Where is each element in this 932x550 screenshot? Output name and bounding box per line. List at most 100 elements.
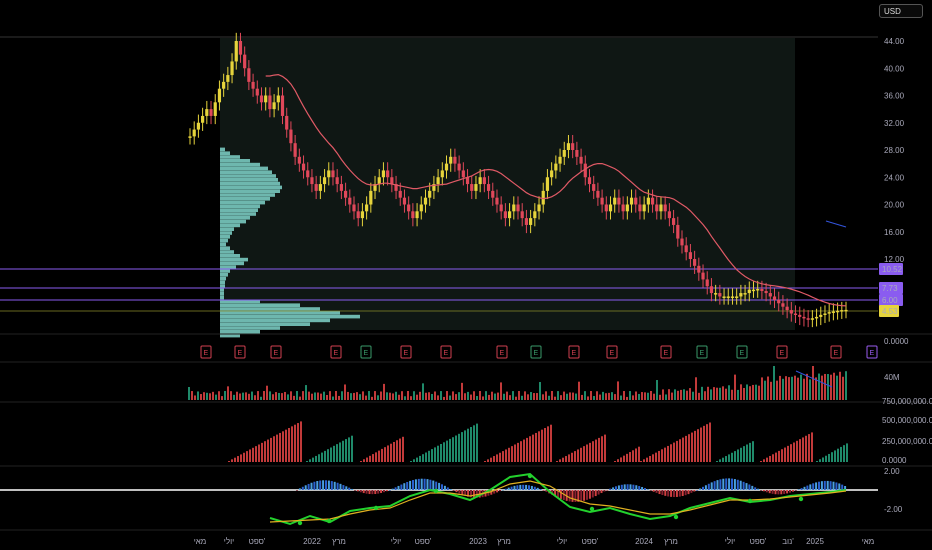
candle-body <box>823 313 827 315</box>
candle-body <box>251 81 255 89</box>
volume-bar <box>269 391 271 400</box>
cum-bar <box>473 425 475 462</box>
volume-bar <box>389 392 391 400</box>
macd-cross-dot <box>326 518 332 524</box>
cum-axis-label-3: 0.0000 <box>882 456 907 465</box>
time-axis-label: יולי <box>391 537 401 546</box>
profile-bar <box>220 219 246 224</box>
earnings-marker-label: E <box>700 350 705 357</box>
cum-bar <box>243 452 245 462</box>
volume-bar <box>842 376 844 400</box>
macd-hist-bar <box>736 479 739 490</box>
cum-bar <box>617 459 619 462</box>
macd-cross-dot <box>527 473 533 479</box>
cum-bar <box>734 451 736 462</box>
volume-bar <box>305 385 307 400</box>
macd-hist-bar <box>307 483 310 490</box>
macd-hist-bar <box>296 490 298 491</box>
macd-hist-bar <box>725 478 728 490</box>
volume-bar <box>188 387 190 400</box>
cum-bar <box>416 457 418 462</box>
time-axis-label: יולי <box>224 537 234 546</box>
cum-bar <box>484 461 486 462</box>
candle-body <box>516 204 520 212</box>
volume-bar <box>746 384 748 400</box>
macd-axis-label-2: -2.00 <box>884 505 903 514</box>
candle-body <box>255 88 259 96</box>
volume-bar <box>722 386 724 400</box>
volume-bar <box>602 391 604 400</box>
cum-bar <box>240 454 242 462</box>
candle-body <box>360 211 365 219</box>
candle-body <box>453 156 457 164</box>
volume-bar <box>341 391 343 400</box>
volume-bar <box>347 391 349 400</box>
cum-bar <box>793 442 795 462</box>
macd-hist-bar <box>731 478 733 490</box>
macd-hist-bar <box>615 486 617 490</box>
candle-body <box>444 163 449 171</box>
cum-bar <box>562 457 564 462</box>
candle-body <box>756 288 760 291</box>
candle-body <box>541 190 545 205</box>
volume-bar <box>407 391 409 400</box>
volume-bar <box>248 393 250 400</box>
candle-body <box>310 177 314 185</box>
cum-bar <box>252 447 254 462</box>
candle-body <box>751 289 756 292</box>
volume-bar <box>770 381 772 400</box>
volume-bar <box>311 393 313 400</box>
volume-bar <box>782 378 784 400</box>
earnings-marker-label: E <box>534 350 539 357</box>
candle-body <box>743 293 747 295</box>
macd-hist-bar <box>696 489 699 491</box>
volume-bar <box>665 394 667 400</box>
macd-hist-bar <box>774 490 777 495</box>
volume-bar <box>200 394 202 400</box>
volume-bar <box>461 382 463 400</box>
cum-bar <box>799 439 801 462</box>
macd-hist-bar <box>455 490 458 493</box>
cum-bar <box>393 441 395 462</box>
cum-bar <box>697 429 699 462</box>
volume-bar <box>227 386 229 400</box>
macd-hist-bar <box>336 482 339 490</box>
candle-body <box>844 309 848 312</box>
volume-bar <box>434 391 436 400</box>
volume-bar <box>458 392 460 400</box>
candle-body <box>714 293 718 295</box>
earnings-markers[interactable]: EEEEEEEEEEEEEEEEE <box>200 345 878 359</box>
volume-bar <box>644 392 646 400</box>
profile-bar <box>220 178 278 182</box>
cum-bar <box>722 457 724 462</box>
earnings-marker-label: E <box>780 350 785 357</box>
cum-bar <box>595 439 597 462</box>
earnings-marker-label: E <box>204 350 209 357</box>
cum-bar <box>514 444 516 462</box>
volume-bar <box>365 395 367 400</box>
macd-hist-bar <box>452 490 455 491</box>
macd-hist-bar <box>530 485 533 490</box>
cum-bar <box>559 459 561 462</box>
volume-bar <box>236 391 238 400</box>
candle-body <box>827 312 831 314</box>
cum-bar <box>709 422 711 462</box>
volume-bar <box>488 394 490 400</box>
volume-bar <box>467 391 469 400</box>
level-tags: 10.52 7.73 6.00 4.53 <box>879 263 903 317</box>
volume-bar <box>320 393 322 400</box>
cum-bar <box>434 447 436 462</box>
cum-bar <box>743 446 745 462</box>
macd-hist-bar <box>612 487 615 490</box>
candle-body <box>802 316 806 319</box>
candle-body <box>529 218 533 225</box>
macd-hist-bar <box>646 489 649 490</box>
candle-body <box>600 197 604 205</box>
candle-body <box>457 163 461 171</box>
macd-hist-bar <box>586 490 588 500</box>
volume-bar <box>332 396 334 400</box>
macd-hist-bar <box>638 486 641 490</box>
volume-bar <box>812 366 814 400</box>
macd-hist-bar <box>429 479 432 490</box>
cum-bar <box>520 441 522 462</box>
